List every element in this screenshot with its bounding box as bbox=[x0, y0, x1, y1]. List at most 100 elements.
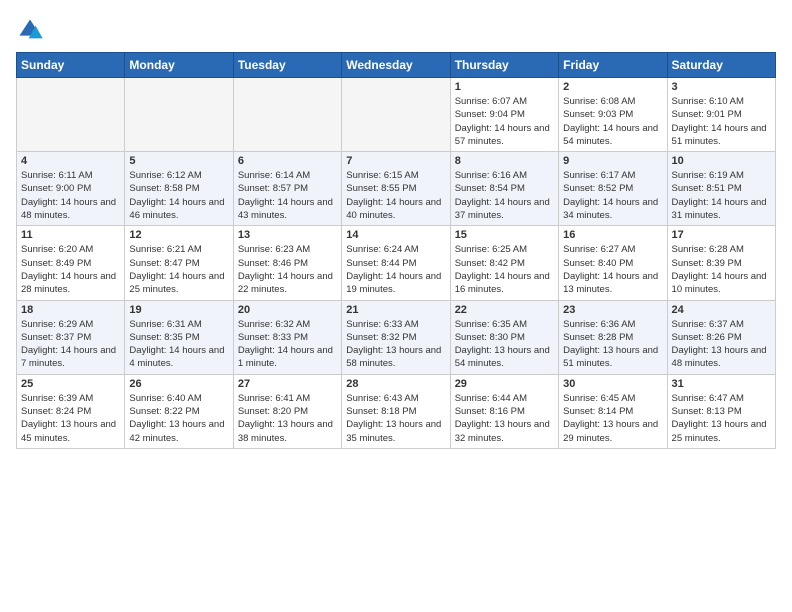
day-number: 25 bbox=[21, 378, 120, 390]
day-info: Sunrise: 6:27 AM Sunset: 8:40 PM Dayligh… bbox=[563, 243, 662, 296]
day-number: 24 bbox=[672, 304, 771, 316]
day-cell: 9Sunrise: 6:17 AM Sunset: 8:52 PM Daylig… bbox=[559, 152, 667, 226]
day-number: 22 bbox=[455, 304, 554, 316]
day-info: Sunrise: 6:33 AM Sunset: 8:32 PM Dayligh… bbox=[346, 318, 445, 371]
header bbox=[16, 16, 776, 44]
day-info: Sunrise: 6:32 AM Sunset: 8:33 PM Dayligh… bbox=[238, 318, 337, 371]
day-cell: 4Sunrise: 6:11 AM Sunset: 9:00 PM Daylig… bbox=[17, 152, 125, 226]
day-header-tuesday: Tuesday bbox=[233, 53, 341, 78]
day-cell bbox=[342, 78, 450, 152]
day-info: Sunrise: 6:23 AM Sunset: 8:46 PM Dayligh… bbox=[238, 243, 337, 296]
day-cell: 29 Sunrise: 6:44 AM Sunset: 8:16 PM Dayli… bbox=[450, 374, 558, 448]
day-number: 29 bbox=[455, 378, 554, 390]
day-cell: 12 Sunrise: 6:21 AM Sunset: 8:47 PM Dayli… bbox=[125, 226, 233, 300]
day-number: 11 bbox=[21, 229, 120, 241]
day-info: Sunrise: 6:07 AM Sunset: 9:04 PM Dayligh… bbox=[455, 95, 554, 148]
day-number: 30 bbox=[563, 378, 662, 390]
day-cell: 1 Sunrise: 6:07 AM Sunset: 9:04 PM Daylig… bbox=[450, 78, 558, 152]
day-info: Sunrise: 6:10 AM Sunset: 9:01 PM Dayligh… bbox=[672, 95, 771, 148]
week-row-4: 18 Sunrise: 6:29 AM Sunset: 8:37 PM Dayli… bbox=[17, 300, 776, 374]
day-number: 21 bbox=[346, 304, 445, 316]
day-info: Sunrise: 6:08 AM Sunset: 9:03 PM Dayligh… bbox=[563, 95, 662, 148]
day-number: 1 bbox=[455, 81, 554, 93]
day-number: 8 bbox=[455, 155, 554, 167]
day-cell: 6Sunrise: 6:14 AM Sunset: 8:57 PM Daylig… bbox=[233, 152, 341, 226]
day-cell bbox=[233, 78, 341, 152]
day-info: Sunrise: 6:45 AM Sunset: 8:14 PM Dayligh… bbox=[563, 392, 662, 445]
day-header-monday: Monday bbox=[125, 53, 233, 78]
day-cell: 31 Sunrise: 6:47 AM Sunset: 8:13 PM Dayli… bbox=[667, 374, 775, 448]
day-info: Sunrise: 6:11 AM Sunset: 9:00 PM Dayligh… bbox=[21, 169, 120, 222]
day-cell: 26 Sunrise: 6:40 AM Sunset: 8:22 PM Dayli… bbox=[125, 374, 233, 448]
day-number: 15 bbox=[455, 229, 554, 241]
day-cell: 24 Sunrise: 6:37 AM Sunset: 8:26 PM Dayli… bbox=[667, 300, 775, 374]
day-info: Sunrise: 6:35 AM Sunset: 8:30 PM Dayligh… bbox=[455, 318, 554, 371]
day-info: Sunrise: 6:41 AM Sunset: 8:20 PM Dayligh… bbox=[238, 392, 337, 445]
day-info: Sunrise: 6:31 AM Sunset: 8:35 PM Dayligh… bbox=[129, 318, 228, 371]
day-number: 5 bbox=[129, 155, 228, 167]
day-cell: 19 Sunrise: 6:31 AM Sunset: 8:35 PM Dayli… bbox=[125, 300, 233, 374]
day-info: Sunrise: 6:12 AM Sunset: 8:58 PM Dayligh… bbox=[129, 169, 228, 222]
logo bbox=[16, 16, 48, 44]
day-cell: 27Sunrise: 6:41 AM Sunset: 8:20 PM Dayli… bbox=[233, 374, 341, 448]
day-cell: 20 Sunrise: 6:32 AM Sunset: 8:33 PM Dayli… bbox=[233, 300, 341, 374]
day-info: Sunrise: 6:25 AM Sunset: 8:42 PM Dayligh… bbox=[455, 243, 554, 296]
week-row-5: 25Sunrise: 6:39 AM Sunset: 8:24 PM Dayli… bbox=[17, 374, 776, 448]
day-number: 9 bbox=[563, 155, 662, 167]
calendar: SundayMondayTuesdayWednesdayThursdayFrid… bbox=[16, 52, 776, 449]
day-number: 28 bbox=[346, 378, 445, 390]
week-row-1: 1 Sunrise: 6:07 AM Sunset: 9:04 PM Daylig… bbox=[17, 78, 776, 152]
day-number: 7 bbox=[346, 155, 445, 167]
day-number: 16 bbox=[563, 229, 662, 241]
day-number: 12 bbox=[129, 229, 228, 241]
day-number: 23 bbox=[563, 304, 662, 316]
day-cell: 10 Sunrise: 6:19 AM Sunset: 8:51 PM Dayli… bbox=[667, 152, 775, 226]
day-number: 17 bbox=[672, 229, 771, 241]
day-header-saturday: Saturday bbox=[667, 53, 775, 78]
day-info: Sunrise: 6:15 AM Sunset: 8:55 PM Dayligh… bbox=[346, 169, 445, 222]
day-number: 31 bbox=[672, 378, 771, 390]
day-info: Sunrise: 6:29 AM Sunset: 8:37 PM Dayligh… bbox=[21, 318, 120, 371]
day-number: 6 bbox=[238, 155, 337, 167]
day-cell: 3Sunrise: 6:10 AM Sunset: 9:01 PM Daylig… bbox=[667, 78, 775, 152]
day-info: Sunrise: 6:20 AM Sunset: 8:49 PM Dayligh… bbox=[21, 243, 120, 296]
day-header-thursday: Thursday bbox=[450, 53, 558, 78]
day-number: 18 bbox=[21, 304, 120, 316]
day-info: Sunrise: 6:28 AM Sunset: 8:39 PM Dayligh… bbox=[672, 243, 771, 296]
week-row-2: 4Sunrise: 6:11 AM Sunset: 9:00 PM Daylig… bbox=[17, 152, 776, 226]
day-number: 2 bbox=[563, 81, 662, 93]
day-cell: 11 Sunrise: 6:20 AM Sunset: 8:49 PM Dayli… bbox=[17, 226, 125, 300]
day-cell bbox=[125, 78, 233, 152]
day-info: Sunrise: 6:37 AM Sunset: 8:26 PM Dayligh… bbox=[672, 318, 771, 371]
day-number: 10 bbox=[672, 155, 771, 167]
day-cell: 23 Sunrise: 6:36 AM Sunset: 8:28 PM Dayli… bbox=[559, 300, 667, 374]
day-cell: 5 Sunrise: 6:12 AM Sunset: 8:58 PM Daylig… bbox=[125, 152, 233, 226]
day-info: Sunrise: 6:40 AM Sunset: 8:22 PM Dayligh… bbox=[129, 392, 228, 445]
day-cell: 18 Sunrise: 6:29 AM Sunset: 8:37 PM Dayli… bbox=[17, 300, 125, 374]
day-cell: 22 Sunrise: 6:35 AM Sunset: 8:30 PM Dayli… bbox=[450, 300, 558, 374]
day-cell: 13 Sunrise: 6:23 AM Sunset: 8:46 PM Dayli… bbox=[233, 226, 341, 300]
day-number: 19 bbox=[129, 304, 228, 316]
day-info: Sunrise: 6:43 AM Sunset: 8:18 PM Dayligh… bbox=[346, 392, 445, 445]
day-number: 26 bbox=[129, 378, 228, 390]
day-cell: 30 Sunrise: 6:45 AM Sunset: 8:14 PM Dayli… bbox=[559, 374, 667, 448]
day-number: 14 bbox=[346, 229, 445, 241]
day-info: Sunrise: 6:19 AM Sunset: 8:51 PM Dayligh… bbox=[672, 169, 771, 222]
day-number: 20 bbox=[238, 304, 337, 316]
day-cell: 25Sunrise: 6:39 AM Sunset: 8:24 PM Dayli… bbox=[17, 374, 125, 448]
day-cell: 7 Sunrise: 6:15 AM Sunset: 8:55 PM Daylig… bbox=[342, 152, 450, 226]
day-info: Sunrise: 6:44 AM Sunset: 8:16 PM Dayligh… bbox=[455, 392, 554, 445]
day-header-wednesday: Wednesday bbox=[342, 53, 450, 78]
day-cell: 17 Sunrise: 6:28 AM Sunset: 8:39 PM Dayli… bbox=[667, 226, 775, 300]
day-info: Sunrise: 6:16 AM Sunset: 8:54 PM Dayligh… bbox=[455, 169, 554, 222]
day-cell: 15 Sunrise: 6:25 AM Sunset: 8:42 PM Dayli… bbox=[450, 226, 558, 300]
day-info: Sunrise: 6:24 AM Sunset: 8:44 PM Dayligh… bbox=[346, 243, 445, 296]
day-info: Sunrise: 6:36 AM Sunset: 8:28 PM Dayligh… bbox=[563, 318, 662, 371]
day-cell: 2 Sunrise: 6:08 AM Sunset: 9:03 PM Daylig… bbox=[559, 78, 667, 152]
day-info: Sunrise: 6:47 AM Sunset: 8:13 PM Dayligh… bbox=[672, 392, 771, 445]
day-number: 13 bbox=[238, 229, 337, 241]
day-header-sunday: Sunday bbox=[17, 53, 125, 78]
day-header-friday: Friday bbox=[559, 53, 667, 78]
day-info: Sunrise: 6:21 AM Sunset: 8:47 PM Dayligh… bbox=[129, 243, 228, 296]
day-cell: 16 Sunrise: 6:27 AM Sunset: 8:40 PM Dayli… bbox=[559, 226, 667, 300]
